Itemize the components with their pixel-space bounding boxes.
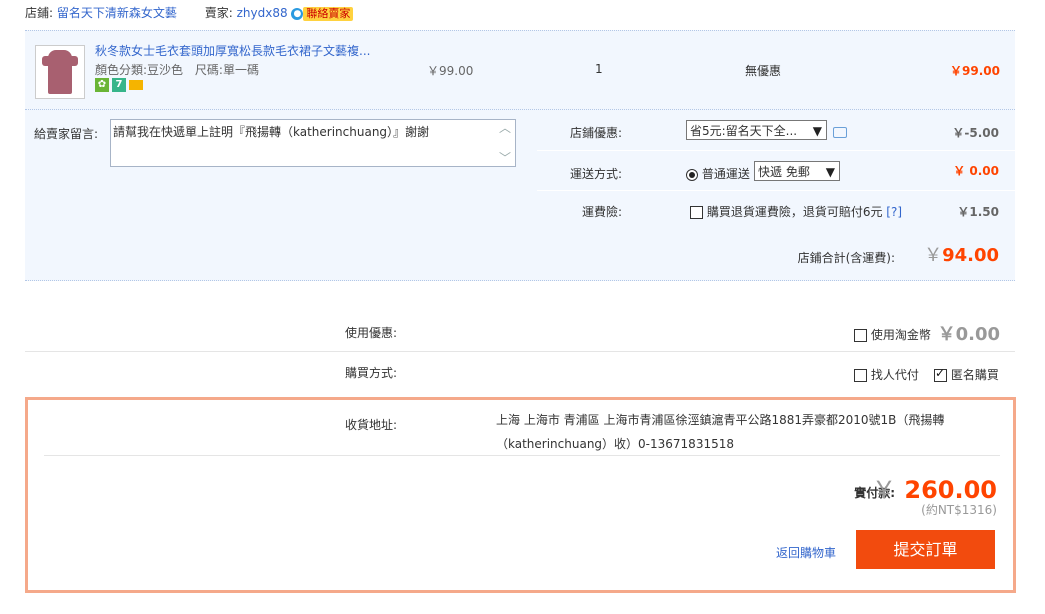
coupon-option: 使用淘金幣 [854, 326, 931, 343]
size-value: 單一碼 [222, 63, 259, 77]
item-title-link[interactable]: 秋冬款女士毛衣套頭加厚寬松長款毛衣裙子文藝複... [95, 42, 370, 59]
store-name-link[interactable]: 留名天下清新森女文藝 [57, 6, 177, 20]
address-label: 收貨地址: [345, 418, 398, 432]
store-total-label: 店鋪合計(含運費): [797, 251, 895, 265]
guarantee-icon[interactable]: ✿ [95, 78, 109, 92]
item-thumbnail[interactable] [35, 45, 85, 99]
payment-total: ￥ 260.00 [872, 470, 997, 505]
proxy-pay-checkbox[interactable] [854, 369, 867, 382]
scroll-up-icon[interactable]: ︿ [498, 121, 512, 135]
coupon-label: 使用優惠: [345, 326, 398, 340]
shipping-select[interactable]: 快遞 免郵 ▼ [754, 161, 840, 181]
item-quantity: 1 [595, 62, 603, 76]
coupon-checkbox[interactable] [854, 329, 867, 342]
seven-day-return-icon[interactable]: 7 [112, 78, 126, 92]
size-label: 尺碼: [194, 63, 223, 77]
insurance-checkbox[interactable] [690, 206, 703, 219]
store-total-value: 94.00 [942, 245, 999, 266]
address-line-2: （katherinchuang）收）0-13671831518 [496, 437, 734, 451]
contact-seller-button[interactable]: 聯絡賣家 [303, 7, 354, 21]
seller-label: 賣家: [204, 6, 233, 20]
divider [537, 150, 1015, 151]
payment-value: 260.00 [904, 476, 997, 504]
store-discount-selected: 省5元:留名天下全... [690, 124, 798, 138]
color-value: 豆沙色 [147, 63, 184, 77]
proxy-pay-label: 找人代付 [870, 368, 919, 382]
purchase-option-proxy: 找人代付 [854, 366, 919, 383]
store-total: ￥94.00 [924, 241, 999, 267]
back-to-cart-link[interactable]: 返回購物車 [776, 544, 836, 561]
item-subtotal: ￥99.00 [950, 64, 1000, 78]
anonymous-checkbox[interactable] [934, 366, 947, 382]
submit-order-button[interactable]: 提交訂單 [856, 530, 995, 569]
divider [25, 351, 1015, 352]
chevron-down-icon: ▼ [812, 124, 822, 138]
divider [537, 190, 1015, 191]
shipping-option: 普通運送 [701, 167, 750, 181]
shipping-radio[interactable] [686, 168, 698, 181]
store-label: 店鋪: [25, 6, 54, 20]
address-line-1: 上海 上海市 青浦區 上海市青浦區徐涇鎮滬青平公路1881弄豪都2010號1B（… [496, 413, 945, 427]
order-options: 給賣家留言: 請幫我在快遞單上註明『飛揚轉（katherinchuang）』謝謝… [25, 110, 1015, 281]
item-sku: 顏色分類:豆沙色 尺碼:單一碼 [95, 61, 259, 78]
coupon-checkbox-label: 使用淘金幣 [870, 328, 931, 342]
shipping-selected: 快遞 免郵 [758, 165, 810, 179]
insurance-help-link[interactable]: [?] [886, 205, 902, 219]
insurance-option: 購買退貨運費險，退貨可賠付6元 [?] [690, 203, 902, 220]
color-label: 顏色分類: [95, 63, 148, 77]
item-service-icons: ✿ 7 [95, 78, 146, 94]
divider [44, 455, 1000, 456]
purchase-label: 購買方式: [345, 366, 398, 380]
order-confirmation: 收貨地址: 上海 上海市 青浦區 上海市青浦區徐涇鎮滬青平公路1881弄豪都20… [25, 397, 1016, 593]
chevron-down-icon: ▼ [825, 165, 835, 179]
shipping-address: 上海 上海市 青浦區 上海市青浦區徐涇鎮滬青平公路1881弄豪都2010號1B（… [496, 408, 986, 456]
coupon-value: ￥0.00 [937, 324, 1000, 345]
card-icon[interactable] [129, 80, 143, 90]
anonymous-label: 匿名購買 [950, 368, 999, 382]
shipping-label: 運送方式: [569, 167, 622, 181]
message-textarea[interactable]: 請幫我在快遞單上註明『飛揚轉（katherinchuang）』謝謝 ︿ ﹀ [110, 119, 516, 167]
store-discount-value: ￥-5.00 [952, 126, 999, 140]
purchase-option-anonymous: 匿名購買 [934, 366, 999, 383]
seller-name-link[interactable]: zhydx88 [237, 6, 288, 20]
discount-info-icon[interactable] [833, 127, 847, 138]
store-discount-select[interactable]: 省5元:留名天下全... ▼ [686, 120, 827, 140]
wangwang-icon[interactable]: ● [291, 7, 304, 20]
insurance-checkbox-label: 購買退貨運費險，退貨可賠付6元 [706, 205, 883, 219]
payment-approx: (約NT$1316) [921, 503, 997, 517]
store-header: 店鋪: 留名天下清新森女文藝 賣家: zhydx88 ● 聯絡賣家 [25, 5, 1015, 25]
shipping-value: ￥ 0.00 [953, 164, 999, 178]
message-label: 給賣家留言: [34, 127, 99, 141]
payment-currency: ￥ [872, 476, 897, 504]
message-text: 請幫我在快遞單上註明『飛揚轉（katherinchuang）』謝謝 [113, 125, 430, 139]
scroll-down-icon[interactable]: ﹀ [498, 151, 512, 165]
item-unit-price: ￥99.00 [427, 64, 474, 78]
item-promotion: 無優惠 [745, 64, 782, 78]
insurance-value: ￥1.50 [957, 205, 999, 219]
shipping-radio-group: 普通運送 [686, 165, 750, 182]
insurance-label: 運費險: [581, 205, 622, 219]
item-row: 秋冬款女士毛衣套頭加厚寬松長款毛衣裙子文藝複... 顏色分類:豆沙色 尺碼:單一… [25, 30, 1015, 110]
store-total-currency: ￥ [924, 245, 943, 266]
store-discount-label: 店鋪優惠: [569, 126, 622, 140]
